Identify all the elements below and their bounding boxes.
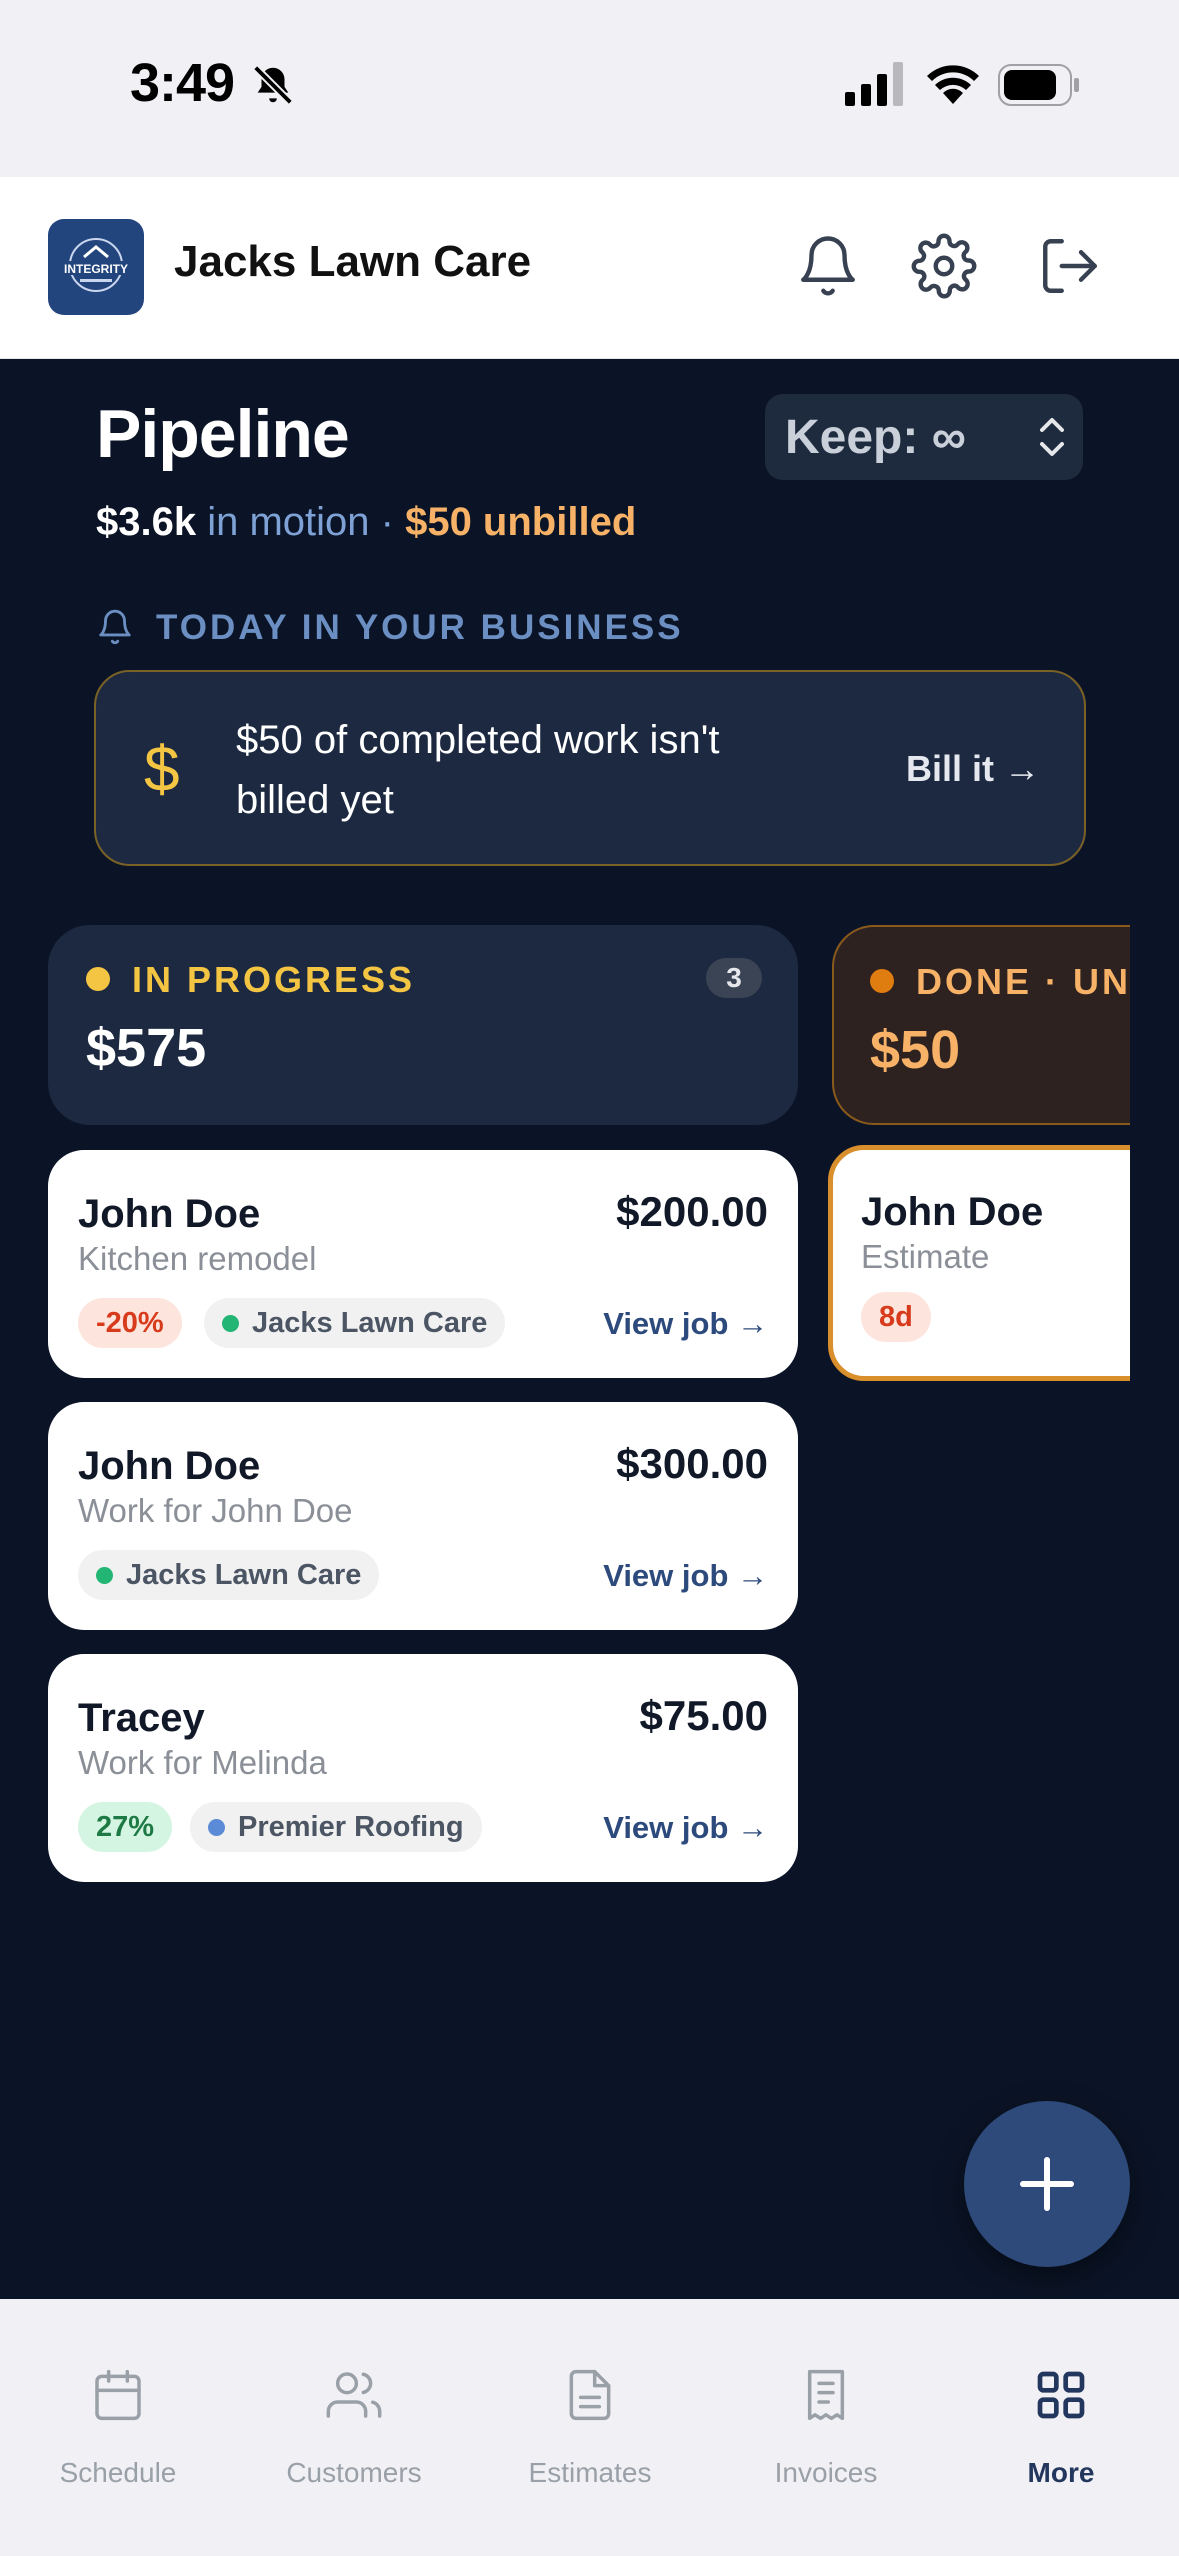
document-icon xyxy=(569,2369,611,2421)
margin-badge: 27% xyxy=(78,1802,173,1852)
svg-text:INTEGRITY: INTEGRITY xyxy=(64,262,128,276)
card-subtitle: Estimate xyxy=(861,1238,990,1275)
app-header: INTEGRITY Jacks Lawn Care xyxy=(0,177,1179,359)
in-motion-value: $3.6k xyxy=(96,500,197,544)
receipt-icon xyxy=(807,2369,845,2421)
tab-label: Customers xyxy=(286,2457,422,2488)
card-customer-name: John Doe xyxy=(861,1190,1044,1234)
app-name: Jacks Lawn Care xyxy=(174,237,532,286)
margin-badge: -20% xyxy=(78,1298,182,1348)
view-job-link[interactable]: View job → xyxy=(603,1810,768,1846)
company-tag-label: Jacks Lawn Care xyxy=(252,1307,488,1339)
tab-label: More xyxy=(1027,2457,1095,2488)
company-tag: Jacks Lawn Care xyxy=(204,1298,506,1348)
tab-label: Schedule xyxy=(59,2457,177,2488)
card-amount: $300.00 xyxy=(616,1440,768,1487)
keep-select-value: Keep: ∞ xyxy=(785,411,966,464)
keep-select[interactable]: Keep: ∞ xyxy=(765,394,1083,480)
page-title: Pipeline xyxy=(96,396,350,472)
company-tag: Jacks Lawn Care xyxy=(78,1550,380,1600)
column-label: DONE · UNBILLED xyxy=(916,961,1130,1002)
view-job-link[interactable]: View job → xyxy=(603,1306,768,1342)
job-card[interactable]: John Doe $200.00 Kitchen remodel -20% Ja… xyxy=(48,1150,798,1378)
card-subtitle: Kitchen remodel xyxy=(78,1240,317,1277)
company-dot xyxy=(96,1567,113,1584)
card-customer-name: Tracey xyxy=(78,1696,205,1740)
column-amount: $50 xyxy=(870,1020,961,1080)
card-amount: $75.00 xyxy=(639,1692,768,1739)
tab-customers[interactable]: Customers xyxy=(236,2299,472,2488)
plus-icon xyxy=(1020,2157,1074,2211)
alert-text: $50 of completed work isn't billed yet xyxy=(236,718,720,822)
users-icon xyxy=(326,2372,382,2418)
tab-label: Estimates xyxy=(528,2457,652,2488)
done-job-card[interactable]: John Doe Estimate 8d xyxy=(828,1145,1130,1381)
in-motion-label: in motion · xyxy=(196,500,406,544)
cellular-signal-icon xyxy=(845,62,903,106)
company-dot xyxy=(222,1315,239,1332)
today-label: TODAY IN YOUR BUSINESS xyxy=(156,608,684,647)
unbilled-value: $50 unbilled xyxy=(405,500,637,544)
status-time: 3:49 xyxy=(130,53,235,113)
dollar-icon: $ xyxy=(144,733,180,805)
tab-more[interactable]: More xyxy=(943,2299,1179,2488)
tab-invoices[interactable]: Invoices xyxy=(708,2299,944,2488)
logout-icon[interactable] xyxy=(1037,233,1103,299)
status-dot xyxy=(870,969,894,993)
battery-icon xyxy=(998,64,1079,106)
card-subtitle: Work for John Doe xyxy=(78,1492,353,1529)
logo-emblem-icon: INTEGRITY xyxy=(62,238,130,292)
company-tag-label: Premier Roofing xyxy=(238,1811,464,1843)
bottom-tab-bar: Schedule Customers Estimates Invoices Mo… xyxy=(0,2299,1179,2556)
age-badge: 8d xyxy=(861,1292,931,1342)
tab-schedule[interactable]: Schedule xyxy=(0,2299,236,2488)
bell-slash-icon xyxy=(253,65,293,105)
status-bar: 3:49 xyxy=(0,0,1179,177)
tab-label: Invoices xyxy=(774,2457,878,2488)
company-tag-label: Jacks Lawn Care xyxy=(126,1559,362,1591)
unbilled-alert-card[interactable]: $ $50 of completed work isn't billed yet… xyxy=(94,670,1086,866)
job-card[interactable]: Tracey $75.00 Work for Melinda 27% Premi… xyxy=(48,1654,798,1882)
calendar-icon xyxy=(95,2369,141,2421)
add-button[interactable] xyxy=(964,2101,1130,2267)
notification-bell-icon[interactable] xyxy=(795,233,861,299)
chevron-up-down-icon xyxy=(1040,418,1064,456)
card-customer-name: John Doe xyxy=(78,1444,261,1488)
company-logo[interactable]: INTEGRITY xyxy=(48,219,144,315)
bell-icon xyxy=(99,609,131,645)
bill-it-button[interactable]: Bill it → xyxy=(906,748,1040,790)
card-subtitle: Work for Melinda xyxy=(78,1744,327,1781)
company-tag: Premier Roofing xyxy=(190,1802,482,1852)
column-done-header: DONE · UNBILLED $50 xyxy=(832,925,1130,1125)
settings-gear-icon[interactable] xyxy=(911,233,977,299)
card-amount: $200.00 xyxy=(616,1188,768,1235)
company-dot xyxy=(208,1819,225,1836)
card-customer-name: John Doe xyxy=(78,1192,261,1236)
tab-estimates[interactable]: Estimates xyxy=(472,2299,708,2488)
view-job-link[interactable]: View job → xyxy=(603,1558,768,1594)
wifi-icon xyxy=(927,65,979,104)
pipeline-summary: $3.6k in motion · $50 unbilled xyxy=(96,500,636,545)
grid-icon xyxy=(1037,2371,1085,2419)
job-card[interactable]: John Doe $300.00 Work for John Doe Jacks… xyxy=(48,1402,798,1630)
